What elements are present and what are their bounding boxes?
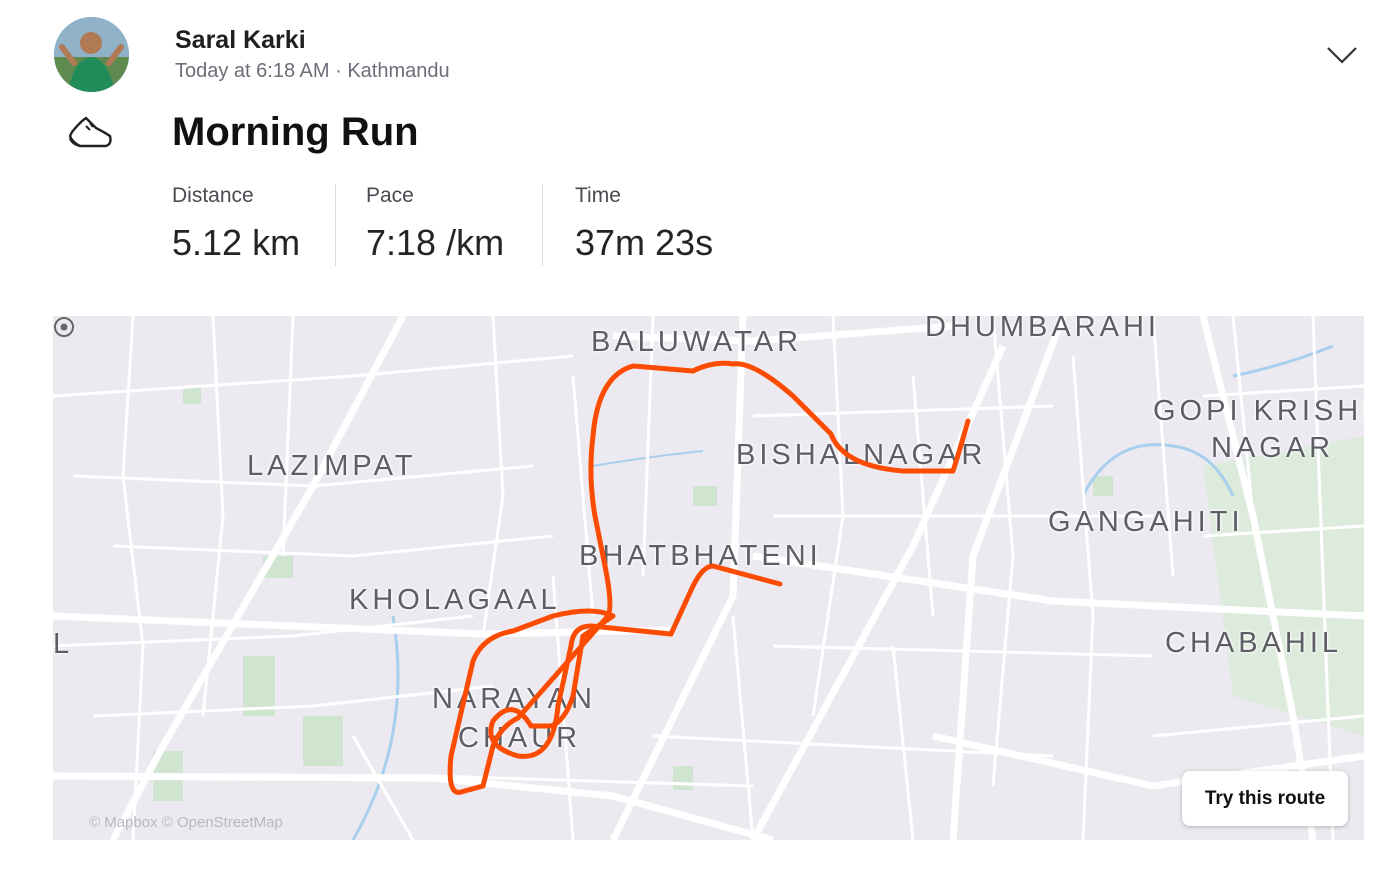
try-route-button[interactable]: Try this route bbox=[1182, 771, 1348, 826]
stat-value: 5.12 km bbox=[172, 222, 301, 263]
stat-pace: Pace 7:18 /km bbox=[366, 184, 504, 264]
running-shoe-icon bbox=[68, 116, 112, 148]
map-attribution[interactable]: © Mapbox © OpenStreetMap bbox=[89, 814, 283, 831]
stat-value: 7:18 /km bbox=[366, 222, 505, 263]
athlete-avatar[interactable] bbox=[54, 17, 129, 92]
mapbox-logo-icon bbox=[54, 317, 74, 337]
stat-divider bbox=[542, 184, 543, 266]
activity-meta: Today at 6:18 AM · Kathmandu bbox=[175, 60, 450, 82]
stat-label: Pace bbox=[366, 184, 414, 207]
chevron-down-icon[interactable] bbox=[1324, 42, 1360, 66]
stat-time: Time 37m 23s bbox=[575, 184, 713, 264]
avatar-photo bbox=[54, 17, 129, 92]
athlete-name[interactable]: Saral Karki bbox=[175, 26, 306, 55]
activity-title[interactable]: Morning Run bbox=[172, 110, 419, 155]
stat-label: Distance bbox=[172, 184, 254, 207]
route-map[interactable]: BALUWATAR DHUMBARAHI GOPI KRISHNA NAGAR … bbox=[53, 316, 1364, 840]
stat-label: Time bbox=[575, 184, 621, 207]
stat-divider bbox=[335, 184, 336, 266]
route-line bbox=[447, 360, 971, 795]
stat-value: 37m 23s bbox=[575, 222, 714, 263]
stat-distance: Distance 5.12 km bbox=[172, 184, 300, 264]
